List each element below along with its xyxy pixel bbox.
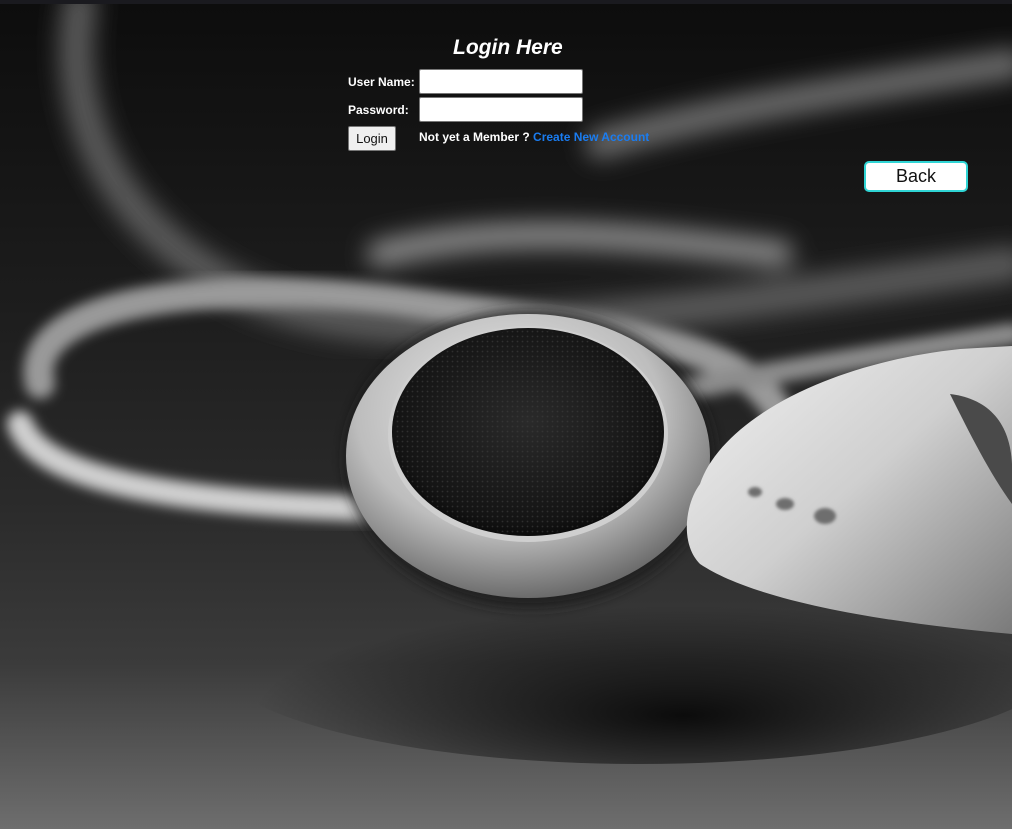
page-title: Login Here — [453, 36, 563, 59]
username-label: User Name: — [348, 75, 415, 89]
login-button[interactable]: Login — [348, 126, 396, 151]
member-prompt-text: Not yet a Member ? — [419, 130, 530, 144]
password-input[interactable] — [419, 97, 583, 122]
signup-prompt: Not yet a Member ? Create New Account — [419, 130, 649, 144]
username-input[interactable] — [419, 69, 583, 94]
login-panel: Login Here User Name: Password: Login No… — [0, 0, 1012, 200]
create-account-link[interactable]: Create New Account — [533, 130, 649, 144]
password-label: Password: — [348, 103, 409, 117]
back-button[interactable]: Back — [864, 161, 968, 192]
